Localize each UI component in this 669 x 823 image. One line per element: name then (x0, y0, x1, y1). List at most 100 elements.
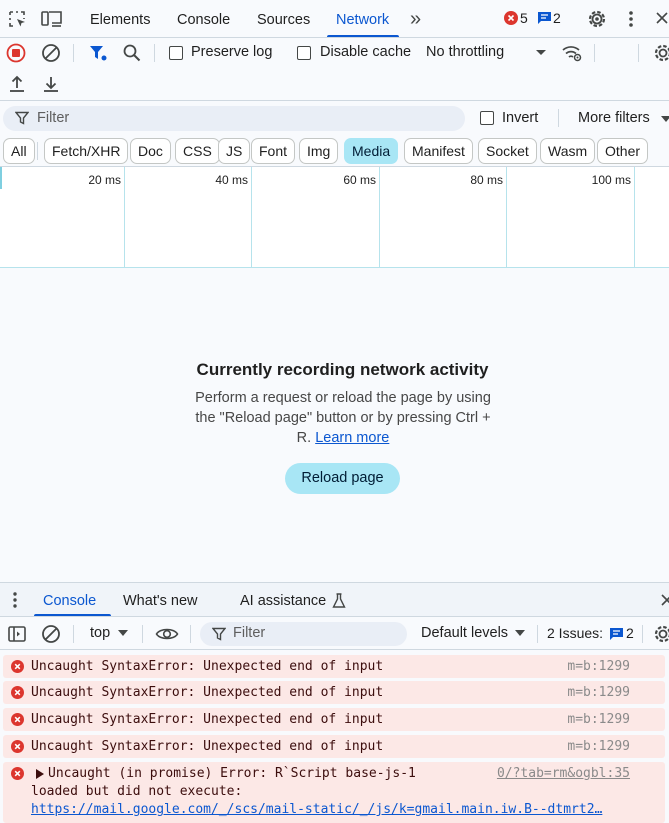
issues-label[interactable]: 2 Issues: (547, 625, 603, 641)
live-expression-eye-icon[interactable] (155, 625, 179, 643)
divider (190, 625, 191, 643)
log-levels-dropdown[interactable]: Default levels (421, 625, 508, 641)
network-conditions-icon[interactable] (561, 43, 583, 63)
console-error-row[interactable]: Uncaught SyntaxError: Unexpected end of … (3, 708, 665, 731)
divider (154, 44, 155, 62)
divider (73, 44, 74, 62)
error-icon (11, 660, 24, 673)
chevron-down-icon[interactable] (515, 630, 525, 637)
console-error-row[interactable]: Uncaught SyntaxError: Unexpected end of … (3, 735, 665, 758)
filter-funnel-icon[interactable] (88, 44, 108, 62)
console-promise-error-row[interactable]: Uncaught (in promise) Error: R`Script ba… (3, 762, 665, 823)
promise-error-text-line2: loaded but did not execute: (31, 784, 243, 799)
export-har-icon[interactable] (41, 74, 61, 94)
drawer-tab-ai-assistance[interactable]: AI assistance (240, 583, 326, 617)
chip-manifest[interactable]: Manifest (404, 138, 473, 164)
error-source-link[interactable]: m=b:1299 (567, 712, 630, 727)
network-settings-gear-icon[interactable] (652, 42, 669, 64)
empty-state-line: the "Reload page" button or by pressing … (195, 410, 491, 426)
clear-console-icon[interactable] (41, 624, 61, 644)
search-icon[interactable] (122, 43, 142, 63)
disable-cache-label[interactable]: Disable cache (320, 44, 411, 60)
learn-more-link[interactable]: Learn more (315, 430, 389, 446)
chevron-down-icon[interactable] (118, 630, 128, 637)
chip-media[interactable]: Media (344, 138, 399, 164)
issues-message-icon[interactable] (609, 627, 624, 641)
tab-network[interactable]: Network (336, 0, 389, 38)
tab-console[interactable]: Console (177, 0, 230, 38)
error-source-link[interactable]: m=b:1299 (567, 685, 630, 700)
settings-gear-icon[interactable] (586, 8, 608, 30)
tab-elements[interactable]: Elements (90, 0, 150, 38)
reload-page-button[interactable]: Reload page (285, 463, 400, 494)
preserve-log-label[interactable]: Preserve log (191, 44, 272, 60)
stop-recording-icon[interactable] (6, 43, 26, 63)
chip-other[interactable]: Other (597, 138, 649, 164)
divider (558, 109, 559, 127)
error-source-link[interactable]: m=b:1299 (567, 659, 630, 674)
chip-js[interactable]: JS (218, 138, 251, 164)
timeline-tick-label: 40 ms (215, 173, 248, 187)
error-count-icon[interactable] (504, 11, 518, 25)
divider (142, 625, 143, 643)
chip-socket[interactable]: Socket (478, 138, 537, 164)
drawer-menu-icon[interactable] (11, 591, 19, 609)
clear-icon[interactable] (41, 43, 61, 63)
chip-all[interactable]: All (3, 138, 35, 164)
divider (0, 100, 669, 101)
console-filter-input[interactable]: Filter (200, 622, 407, 646)
console-toolbar: top Filter Default levels 2 Issues: 2 (0, 616, 669, 650)
invert-label[interactable]: Invert (502, 110, 538, 126)
drawer-tab-whats-new[interactable]: What's new (123, 583, 198, 617)
error-message-text: Uncaught SyntaxError: Unexpected end of … (31, 685, 384, 700)
chip-img[interactable]: Img (299, 138, 339, 164)
timeline-gridline (634, 167, 635, 267)
message-count[interactable]: 2 (553, 10, 561, 26)
console-error-row[interactable]: Uncaught SyntaxError: Unexpected end of … (3, 681, 665, 704)
close-drawer-icon[interactable] (660, 593, 669, 607)
expand-triangle-icon[interactable] (36, 769, 44, 779)
timeline-gridline (379, 167, 380, 267)
preserve-log-checkbox[interactable] (169, 46, 183, 60)
throttling-select[interactable]: No throttling (426, 44, 504, 60)
console-settings-gear-icon[interactable] (652, 623, 669, 645)
more-options-icon[interactable] (626, 9, 636, 29)
more-tabs-button[interactable]: » (410, 0, 421, 38)
promise-error-text: Uncaught (in promise) Error: R`Script ba… (48, 766, 416, 781)
filter-icon (212, 627, 226, 641)
error-count[interactable]: 5 (520, 10, 528, 26)
issues-count[interactable]: 2 (626, 625, 634, 641)
chip-wasm[interactable]: Wasm (540, 138, 596, 164)
sidebar-toggle-icon[interactable] (7, 624, 27, 644)
flask-icon (332, 593, 346, 609)
empty-state-title: Currently recording network activity (196, 360, 489, 379)
console-error-row[interactable]: Uncaught SyntaxError: Unexpected end of … (3, 655, 665, 678)
chip-fetch-xhr[interactable]: Fetch/XHR (44, 138, 129, 164)
timeline-tick-label: 20 ms (88, 173, 121, 187)
chip-css[interactable]: CSS (175, 138, 220, 164)
timeline-overview[interactable]: 20 ms 40 ms 60 ms 80 ms 100 ms (0, 167, 669, 267)
chip-font[interactable]: Font (251, 138, 296, 164)
device-toolbar-icon[interactable] (40, 9, 64, 29)
chip-doc[interactable]: Doc (130, 138, 171, 164)
inspect-element-icon[interactable] (6, 9, 28, 29)
error-source-link[interactable]: m=b:1299 (567, 739, 630, 754)
tab-sources[interactable]: Sources (257, 0, 310, 38)
empty-state-line: R. Learn more (185, 428, 501, 448)
promise-error-url-link[interactable]: https://mail.google.com/_/scs/mail-stati… (31, 802, 602, 817)
import-har-icon[interactable] (7, 74, 27, 94)
disable-cache-checkbox[interactable] (297, 46, 311, 60)
error-icon (11, 713, 24, 726)
close-devtools-icon[interactable] (655, 11, 669, 25)
empty-state-line-end: R. (296, 430, 312, 446)
context-selector[interactable]: top (90, 625, 110, 641)
invert-checkbox[interactable] (480, 111, 494, 125)
divider (642, 625, 643, 643)
drawer-tab-console[interactable]: Console (43, 583, 96, 617)
network-filter-input[interactable]: Filter (3, 106, 465, 131)
more-filters-dropdown[interactable]: More filters (578, 110, 650, 126)
message-count-icon[interactable] (537, 11, 552, 25)
chevron-down-icon[interactable] (661, 116, 669, 123)
promise-error-source-link[interactable]: 0/?tab=rm&ogbl:35 (497, 766, 630, 781)
chevron-down-icon[interactable] (535, 49, 547, 57)
